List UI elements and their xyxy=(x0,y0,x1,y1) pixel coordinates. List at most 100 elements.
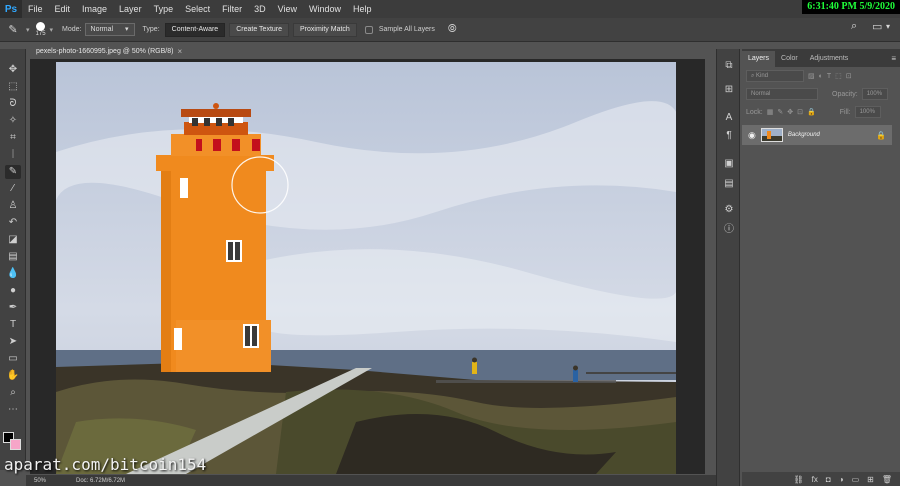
menu-type[interactable]: Type xyxy=(148,0,180,18)
artboard-icon[interactable]: ⊡ xyxy=(797,108,803,116)
dodge-tool-icon[interactable]: ● xyxy=(5,284,21,298)
new-layer-icon[interactable]: ⊞ xyxy=(867,475,874,484)
brush-dot-icon xyxy=(36,22,46,31)
opacity-field[interactable]: 100% xyxy=(861,88,888,100)
zoom-level[interactable]: 50% xyxy=(34,478,46,484)
properties-panel-icon[interactable]: ⚙ xyxy=(722,203,736,216)
smart-object-filter-icon[interactable]: ⊡ xyxy=(846,72,852,80)
fx-icon[interactable]: fx xyxy=(812,475,818,484)
add-mask-icon[interactable]: ◘ xyxy=(826,475,831,484)
create-texture-button[interactable]: Create Texture xyxy=(229,22,290,37)
watermark-text: aparat.com/bitcoin154 xyxy=(4,455,207,474)
gradient-tool-icon[interactable]: ▤ xyxy=(5,250,21,264)
close-icon[interactable]: × xyxy=(177,45,182,59)
menu-edit[interactable]: Edit xyxy=(49,0,77,18)
content-aware-button[interactable]: Content-Aware xyxy=(164,22,226,37)
path-select-tool-icon[interactable]: ➤ xyxy=(5,335,21,349)
tab-adjustments[interactable]: Adjustments xyxy=(804,51,855,67)
sample-all-layers-checkbox[interactable]: Sample All Layers xyxy=(364,25,438,34)
menu-view[interactable]: View xyxy=(272,0,303,18)
marquee-tool-icon[interactable]: ⬚ xyxy=(5,80,21,94)
healing-brush-tool-icon[interactable]: ✎ xyxy=(5,165,21,179)
lock-position-icon[interactable]: ✥ xyxy=(787,108,793,116)
pressure-size-icon[interactable]: ⦾ xyxy=(448,23,457,36)
menu-layer[interactable]: Layer xyxy=(113,0,148,18)
history-brush-tool-icon[interactable]: ↶ xyxy=(5,216,21,230)
mode-select[interactable]: Normal ▾ xyxy=(84,23,135,36)
menu-bar: Ps File Edit Image Layer Type Select Fil… xyxy=(0,0,900,18)
document-tab[interactable]: pexels-photo-1660995.jpeg @ 50% (RGB/8) … xyxy=(30,45,189,59)
lock-pixels-icon[interactable]: ▦ xyxy=(767,108,774,116)
zoom-tool-icon[interactable]: ⌕ xyxy=(5,386,21,400)
blend-row: Normal Opacity: 100% xyxy=(742,85,900,103)
workspace-icon[interactable]: ▭ xyxy=(872,20,882,33)
adjustment-filter-icon[interactable]: ◐ xyxy=(819,73,823,80)
quick-select-tool-icon[interactable]: ✧ xyxy=(5,114,21,128)
hand-tool-icon[interactable]: ✋ xyxy=(5,369,21,383)
lasso-tool-icon[interactable]: ᘐ xyxy=(5,97,21,111)
kind-filter-select[interactable]: ⌕ Kind xyxy=(746,70,804,82)
fill-field[interactable]: 100% xyxy=(854,106,881,118)
proximity-match-button[interactable]: Proximity Match xyxy=(293,22,357,37)
type-tool-icon[interactable]: T xyxy=(5,318,21,332)
brush-dropdown-icon[interactable]: ▾ xyxy=(50,26,54,34)
panel-menu-icon[interactable]: ≡ xyxy=(887,51,900,67)
layer-row-background[interactable]: ◉ Background 🔒 xyxy=(742,125,892,145)
search-icon[interactable]: ⌕ xyxy=(851,20,857,33)
menu-window[interactable]: Window xyxy=(303,0,347,18)
history-panel-icon[interactable]: ⧉ xyxy=(722,59,736,72)
lock-all-icon[interactable]: 🔒 xyxy=(807,108,816,116)
background-color-swatch[interactable] xyxy=(10,439,21,450)
document-image[interactable] xyxy=(56,62,676,474)
menu-file[interactable]: File xyxy=(22,0,49,18)
info-panel-icon[interactable]: ⓘ xyxy=(722,223,736,236)
mode-value: Normal xyxy=(90,26,114,33)
shape-filter-icon[interactable]: ⬚ xyxy=(835,72,842,80)
type-label: Type: xyxy=(142,26,160,33)
blur-tool-icon[interactable]: 💧 xyxy=(5,267,21,281)
doc-size-info[interactable]: Doc: 6.72M/6.72M xyxy=(76,478,125,484)
menu-3d[interactable]: 3D xyxy=(248,0,272,18)
clone-stamp-tool-icon[interactable]: ♙ xyxy=(5,199,21,213)
blend-mode-select[interactable]: Normal xyxy=(746,88,818,100)
tab-layers[interactable]: Layers xyxy=(742,51,776,67)
bandage-tool-icon[interactable]: ✎ xyxy=(0,23,26,36)
group-folder-icon[interactable]: ▭ xyxy=(852,475,860,484)
menu-filter[interactable]: Filter xyxy=(216,0,248,18)
brush-tool-icon[interactable]: ⁄ xyxy=(5,182,21,196)
brush-panel-icon[interactable]: ▣ xyxy=(722,157,736,170)
layer-name[interactable]: Background xyxy=(788,132,820,138)
options-bar: ✎ ▾ 175 ▾ Mode: Normal ▾ Type: Content-A… xyxy=(0,18,900,42)
adjustment-layer-icon[interactable]: ◑ xyxy=(839,475,844,484)
move-tool-icon[interactable]: ✥ xyxy=(5,63,21,77)
menu-select[interactable]: Select xyxy=(179,0,216,18)
eraser-tool-icon[interactable]: ◪ xyxy=(5,233,21,247)
pen-tool-icon[interactable]: ✒ xyxy=(5,301,21,315)
workspace-dropdown-icon[interactable]: ▾ xyxy=(886,22,890,31)
paragraph-panel-icon[interactable]: ¶ xyxy=(722,129,736,142)
menu-help[interactable]: Help xyxy=(347,0,378,18)
panel-tabs: Layers Color Adjustments ≡ xyxy=(742,49,900,67)
eyedropper-tool-icon[interactable]: ᛁ xyxy=(5,148,21,162)
more-tools-icon[interactable]: ⋯ xyxy=(5,403,21,417)
brush-preset-picker[interactable]: 175 xyxy=(36,22,46,37)
rectangle-tool-icon[interactable]: ▭ xyxy=(5,352,21,366)
clock-overlay: 6:31:40 PM 5/9/2020 xyxy=(802,0,900,14)
clone-source-panel-icon[interactable]: ▤ xyxy=(722,177,736,190)
eye-icon[interactable]: ◉ xyxy=(748,130,756,141)
link-layers-icon[interactable]: ⛓ xyxy=(794,475,804,484)
type-filter-icon[interactable]: T xyxy=(827,73,831,80)
actions-panel-icon[interactable]: ⊞ xyxy=(722,83,736,96)
pixel-filter-icon[interactable]: ▨ xyxy=(808,72,815,80)
tab-color[interactable]: Color xyxy=(775,51,804,67)
tool-preset-dropdown-icon[interactable]: ▾ xyxy=(26,26,30,34)
trash-icon[interactable]: 🗑 xyxy=(882,475,892,484)
lock-paint-icon[interactable]: ✎ xyxy=(777,108,783,116)
crop-tool-icon[interactable]: ⌗ xyxy=(5,131,21,145)
menu-image[interactable]: Image xyxy=(76,0,113,18)
layer-thumbnail xyxy=(760,128,783,142)
lock-row: Lock: ▦ ✎ ✥ ⊡ 🔒 Fill: 100% xyxy=(742,103,900,121)
status-bar: 50% Doc: 6.72M/6.72M xyxy=(26,475,716,486)
canvas-area[interactable] xyxy=(30,59,705,474)
character-panel-icon[interactable]: A xyxy=(722,111,736,124)
